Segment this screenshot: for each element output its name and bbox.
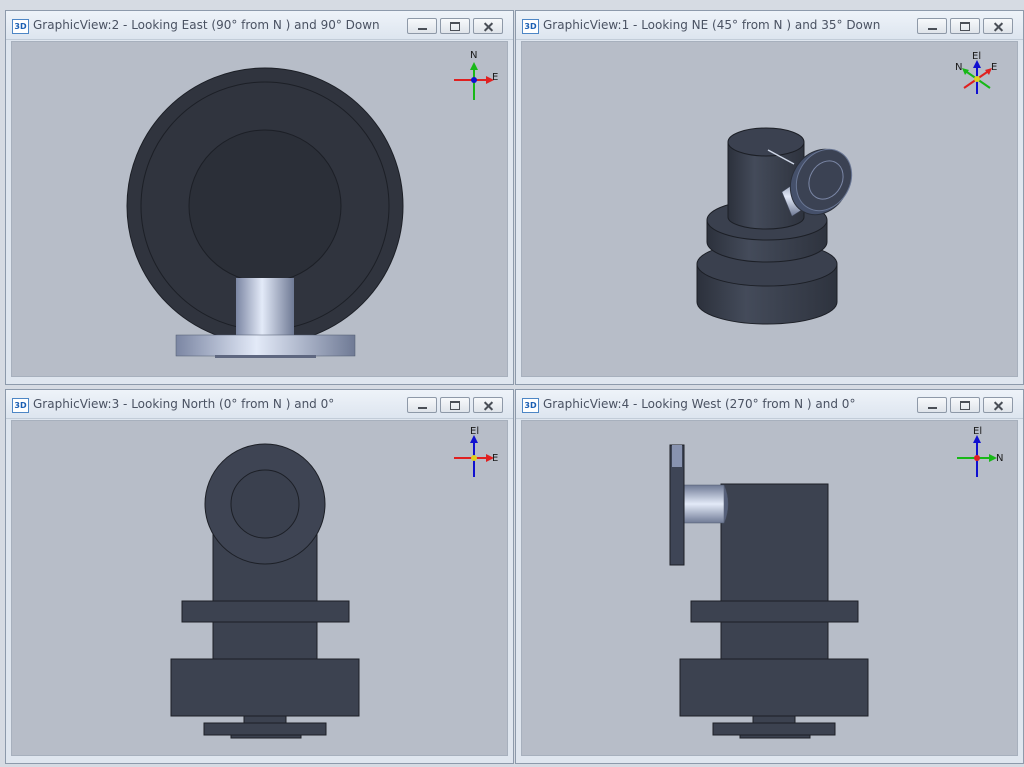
minimize-icon[interactable]: [407, 397, 437, 413]
axis-label-n: N: [955, 62, 962, 73]
graphicview-4-window[interactable]: 3D GraphicView:4 - Looking West (270° fr…: [515, 389, 1024, 764]
3d-view-icon: 3D: [12, 19, 29, 34]
axis-label-n: N: [470, 50, 477, 61]
window-title: GraphicView:3 - Looking North (0° from N…: [33, 397, 335, 411]
graphicview-1-window[interactable]: 3D GraphicView:1 - Looking NE (45° from …: [515, 10, 1024, 385]
restore-icon[interactable]: [950, 18, 980, 34]
restore-icon[interactable]: [440, 397, 470, 413]
axis-label-el: El: [972, 51, 981, 62]
close-icon[interactable]: [983, 18, 1013, 34]
graphicview-3-window[interactable]: 3D GraphicView:3 - Looking North (0° fro…: [5, 389, 514, 764]
window-titlebar[interactable]: 3D GraphicView:3 - Looking North (0° fro…: [6, 390, 513, 419]
axis-label-e: E: [492, 72, 498, 83]
axis-indicator: El N E: [955, 51, 997, 94]
axis-indicator: El N: [957, 426, 1003, 477]
3d-view-icon: 3D: [522, 398, 539, 413]
window-title: GraphicView:4 - Looking West (270° from …: [543, 397, 856, 411]
axis-label-e: E: [492, 453, 498, 464]
3d-view-icon: 3D: [12, 398, 29, 413]
minimize-icon[interactable]: [917, 397, 947, 413]
restore-icon[interactable]: [950, 397, 980, 413]
restore-icon[interactable]: [440, 18, 470, 34]
close-icon[interactable]: [473, 18, 503, 34]
window-title: GraphicView:1 - Looking NE (45° from N )…: [543, 18, 881, 32]
window-titlebar[interactable]: 3D GraphicView:1 - Looking NE (45° from …: [516, 11, 1023, 40]
window-titlebar[interactable]: 3D GraphicView:4 - Looking West (270° fr…: [516, 390, 1023, 419]
3d-view-icon: 3D: [522, 19, 539, 34]
graphic-viewport[interactable]: El N E: [521, 41, 1018, 377]
graphicview-2-window[interactable]: 3D GraphicView:2 - Looking East (90° fro…: [5, 10, 514, 385]
window-titlebar[interactable]: 3D GraphicView:2 - Looking East (90° fro…: [6, 11, 513, 40]
close-icon[interactable]: [983, 397, 1013, 413]
close-icon[interactable]: [473, 397, 503, 413]
minimize-icon[interactable]: [407, 18, 437, 34]
graphic-viewport[interactable]: N E: [11, 41, 508, 377]
graphic-viewport[interactable]: El N: [521, 420, 1018, 756]
axis-indicator: El E: [454, 426, 498, 477]
axis-label-e: E: [991, 62, 997, 73]
minimize-icon[interactable]: [917, 18, 947, 34]
axis-label-el: El: [973, 426, 982, 437]
axis-label-n: N: [996, 453, 1003, 464]
axis-indicator: N E: [454, 50, 498, 100]
graphic-viewport[interactable]: El E: [11, 420, 508, 756]
window-title: GraphicView:2 - Looking East (90° from N…: [33, 18, 380, 32]
axis-label-el: El: [470, 426, 479, 437]
